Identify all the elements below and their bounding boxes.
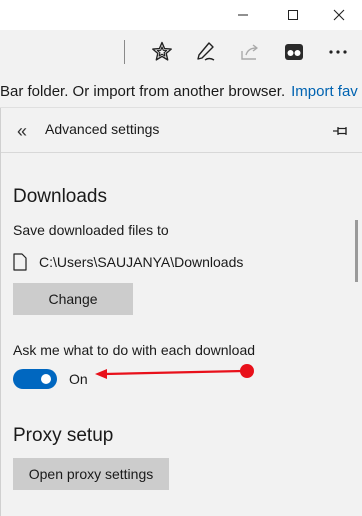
pin-panel-button[interactable] [329, 120, 351, 142]
favorites-bar-message: Bar folder. Or import from another brows… [0, 83, 286, 100]
back-button[interactable]: « [11, 120, 33, 142]
panel-title: Advanced settings [45, 121, 160, 137]
ask-download-toggle[interactable] [13, 369, 57, 389]
toggle-knob [41, 374, 51, 384]
maximize-icon [288, 10, 298, 20]
ask-download-label: Ask me what to do with each download [13, 342, 256, 358]
advanced-settings-panel: « Advanced settings Downloads Save downl… [0, 108, 362, 516]
download-path: C:\Users\SAUJANYA\Downloads [39, 254, 244, 270]
change-location-button[interactable]: Change [13, 283, 133, 315]
minimize-button[interactable] [220, 0, 266, 30]
share-icon [241, 44, 258, 60]
favorites-button[interactable] [146, 36, 178, 68]
minimize-icon [238, 14, 248, 16]
share-button[interactable] [234, 36, 266, 68]
more-button[interactable] [322, 36, 354, 68]
panel-header: « Advanced settings [1, 108, 362, 152]
extension-icon [285, 44, 303, 60]
favorites-bar: Bar folder. Or import from another brows… [0, 74, 362, 108]
downloads-heading: Downloads [13, 186, 107, 207]
title-bar [0, 0, 362, 30]
back-chevrons-icon: « [16, 120, 27, 141]
file-icon [13, 253, 27, 271]
browser-toolbar [0, 30, 362, 74]
panel-scrollbar[interactable] [355, 220, 358, 282]
favorites-star-icon [152, 41, 172, 61]
pin-icon [333, 127, 347, 135]
proxy-heading: Proxy setup [13, 425, 114, 446]
toggle-state-label: On [69, 371, 88, 387]
import-favorites-link[interactable]: Import fav [291, 83, 358, 100]
header-divider [1, 152, 362, 153]
more-icon [329, 50, 347, 54]
open-proxy-settings-button[interactable]: Open proxy settings [13, 458, 169, 490]
extension-button[interactable] [278, 36, 310, 68]
notes-button[interactable] [190, 36, 222, 68]
red-arrow-annotation [95, 364, 254, 379]
download-path-row: C:\Users\SAUJANYA\Downloads [13, 252, 243, 272]
close-icon [333, 9, 345, 21]
save-location-label: Save downloaded files to [13, 222, 169, 238]
toolbar-divider [124, 40, 125, 64]
maximize-button[interactable] [270, 0, 316, 30]
close-button[interactable] [316, 0, 362, 30]
pen-notes-icon [197, 42, 215, 61]
